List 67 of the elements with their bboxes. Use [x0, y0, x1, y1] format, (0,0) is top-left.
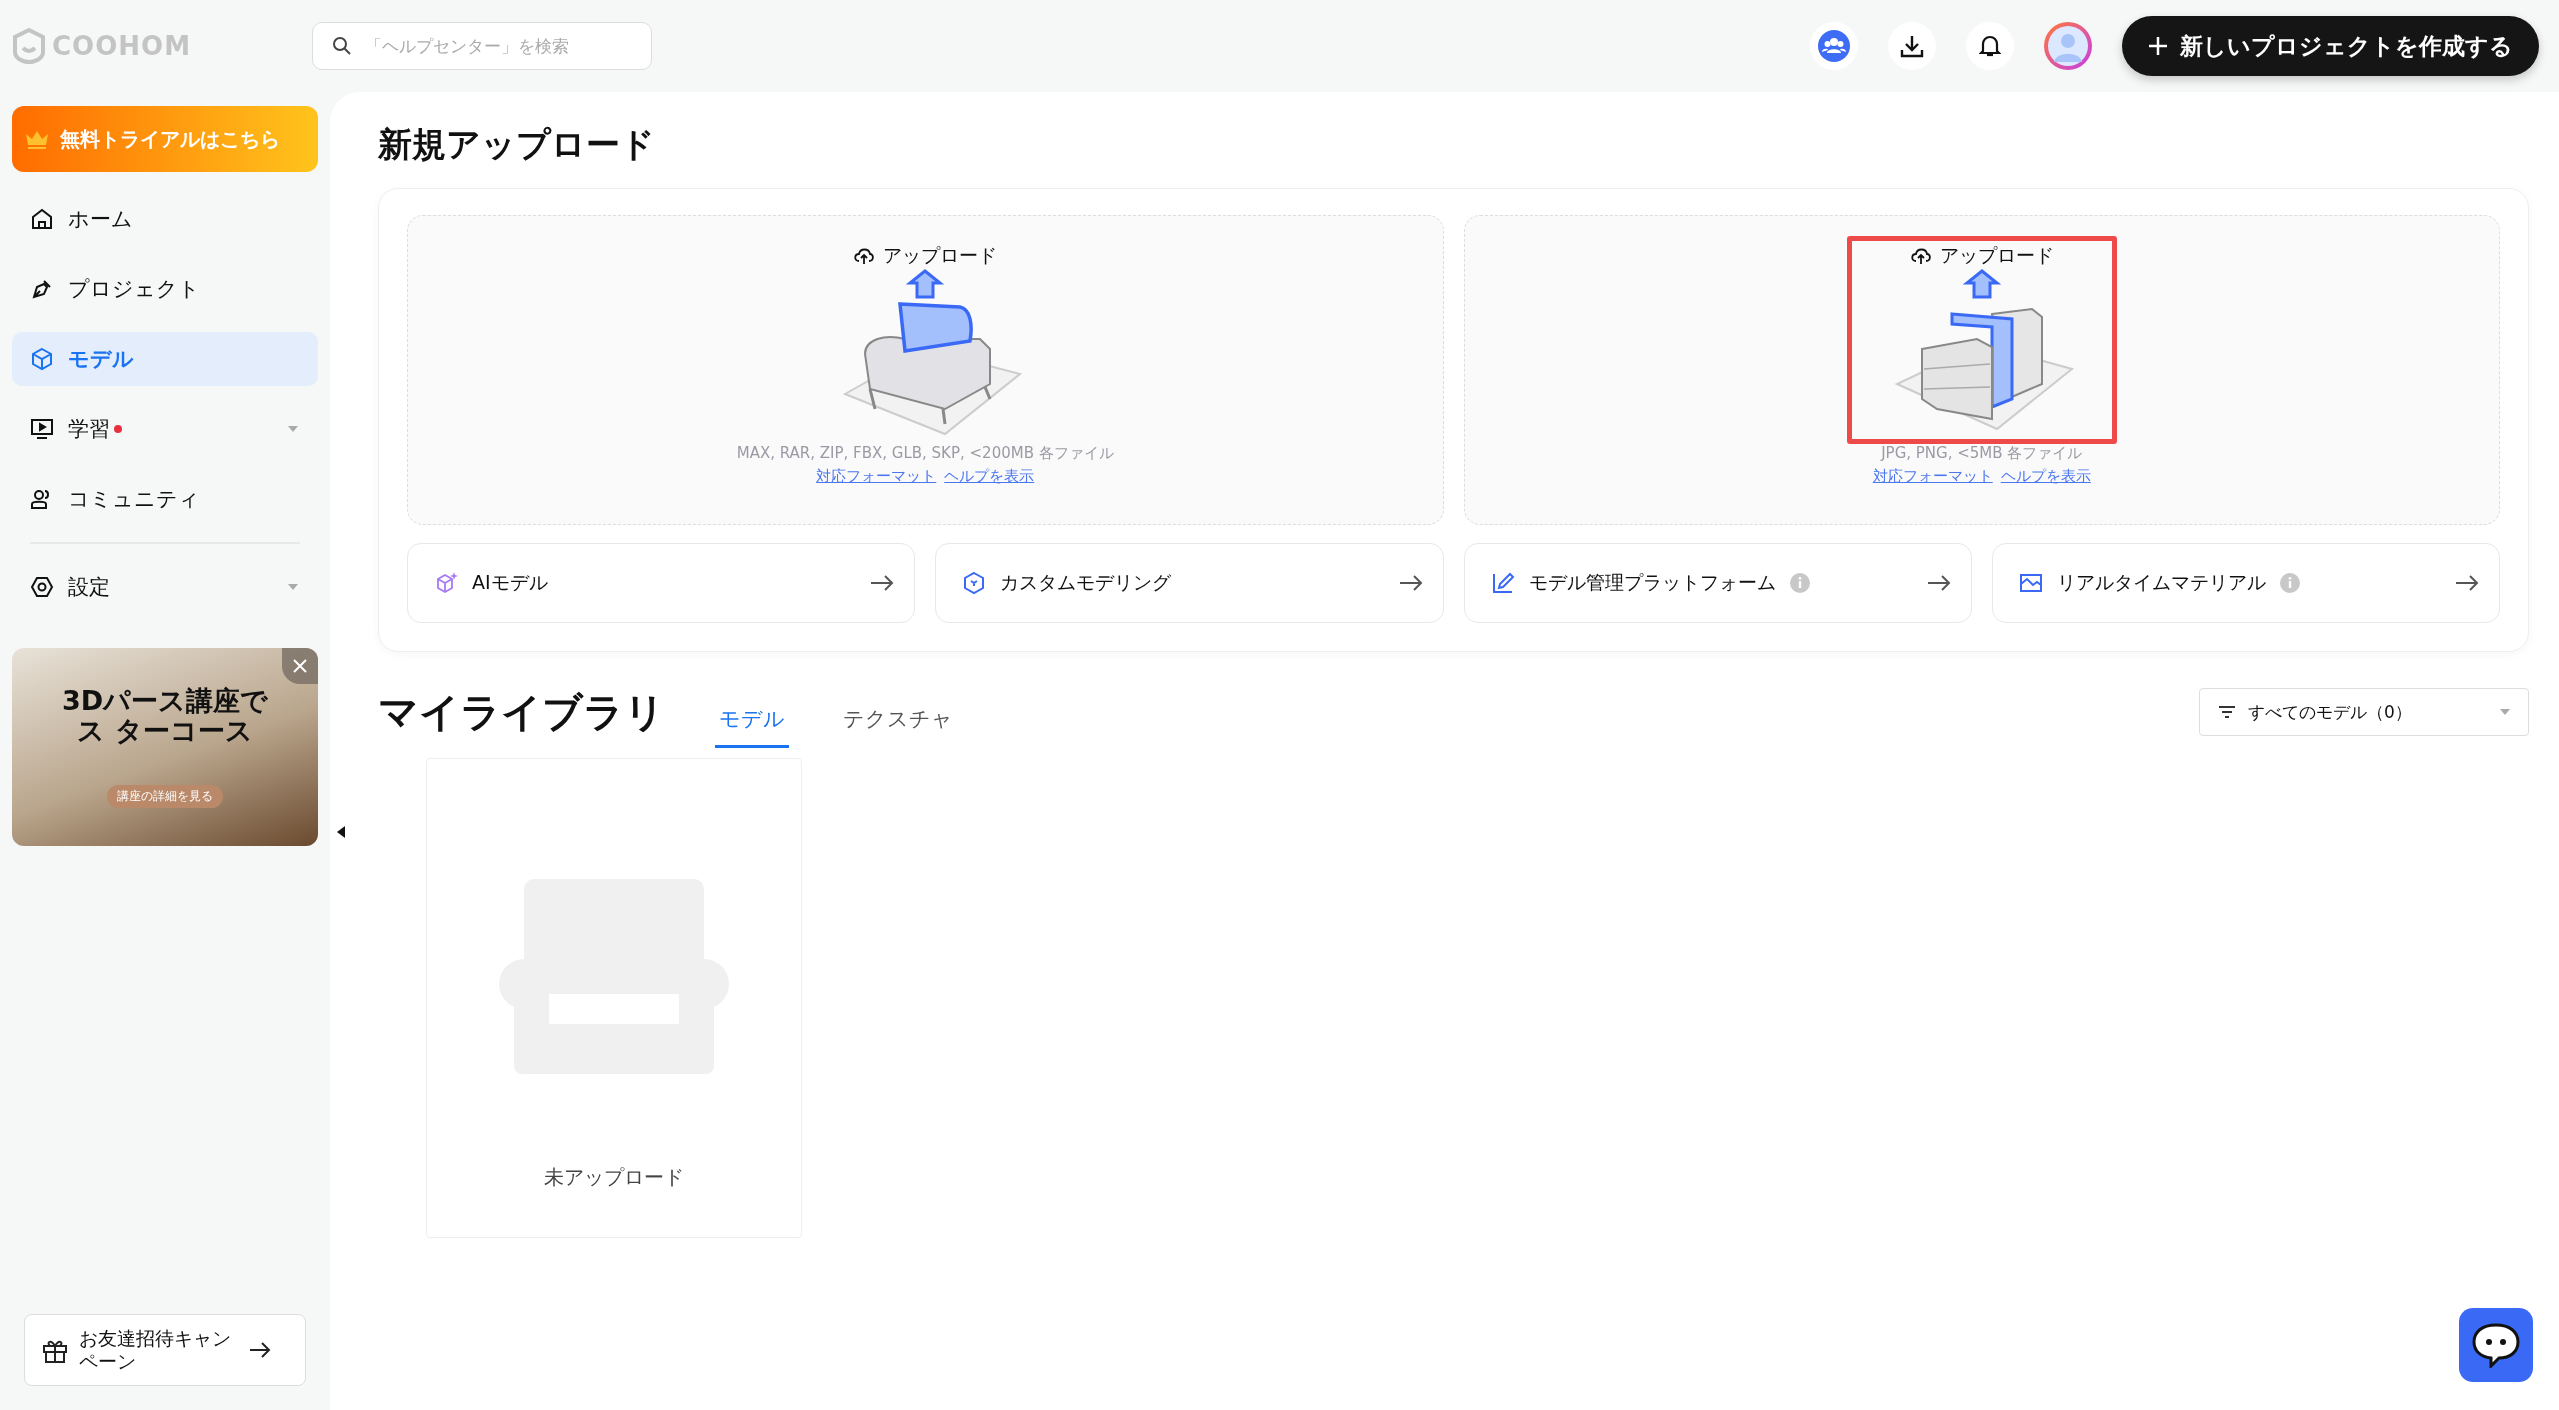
help-link[interactable]: ヘルプを表示	[944, 467, 1035, 486]
nav-item[interactable]: 設定	[12, 560, 318, 614]
close-button[interactable]	[282, 648, 318, 684]
edit-icon	[1490, 571, 1515, 595]
file-format-note: MAX, RAR, ZIP, FBX, GLB, SKP, <200MB 各ファイル	[736, 444, 1114, 463]
filter-icon	[2218, 705, 2236, 719]
caret-icon	[288, 584, 298, 590]
notification-button[interactable]	[1966, 22, 2014, 70]
feature-card[interactable]: カスタムモデリング	[935, 543, 1444, 623]
chat-bubble-icon	[2471, 1322, 2521, 1368]
user-silhouette-icon	[2048, 26, 2088, 66]
notification-dot	[114, 425, 122, 433]
hexagon-icon	[962, 571, 987, 595]
upload-dropzone[interactable]: アップロード MAX, RAR, ZIP, FBX, GLB, SKP, <200MB 各ファイル 対応フォーマット ヘルプを表示	[407, 215, 1444, 525]
library-tab[interactable]: モデル	[715, 692, 789, 748]
nav-item[interactable]: ホーム	[12, 192, 318, 246]
library-title: マイライブラリ	[378, 687, 665, 737]
team-button[interactable]	[1810, 22, 1858, 70]
cloud-upload-icon	[1909, 246, 1932, 266]
cube-icon	[30, 347, 54, 371]
logo-icon	[12, 28, 46, 64]
sparkle-cube-icon	[434, 571, 458, 595]
bell-icon	[1979, 34, 2001, 58]
nav-item[interactable]: プロジェクト	[12, 262, 318, 316]
search-field[interactable]: 「ヘルプセンター」を検索	[312, 22, 652, 70]
chat-button[interactable]	[2459, 1308, 2533, 1382]
help-link[interactable]: 対応フォーマット	[1872, 467, 1993, 486]
monitor-play-icon	[30, 417, 54, 441]
create-project-button[interactable]: 新しいプロジェクトを作成する	[2122, 16, 2539, 76]
arrow-right-icon	[1926, 574, 1951, 592]
arrow-right-icon	[870, 574, 895, 592]
help-link[interactable]: ヘルプを表示	[2000, 467, 2091, 486]
course-banner[interactable]: 3Dパース講座でス ターコース 講座の詳細を見る	[12, 648, 318, 846]
home-icon	[30, 207, 54, 231]
cloud-upload-icon	[853, 246, 876, 266]
nav-item[interactable]: コミュニティ	[12, 472, 318, 526]
arrow-right-icon	[2455, 574, 2479, 592]
nav-item[interactable]: 学習	[12, 402, 318, 456]
close-icon	[293, 659, 307, 673]
library-tab[interactable]: テクスチャ	[839, 692, 957, 748]
caret-left-icon	[337, 826, 345, 838]
empty-label: 未アップロード	[544, 1164, 684, 1191]
upload-label: アップロード	[883, 243, 998, 268]
help-link[interactable]: 対応フォーマット	[816, 467, 937, 486]
upload-dropzone[interactable]: アップロード JPG, PNG, <5MB 各ファイル 対応フォーマット ヘルプを表示	[1463, 215, 2500, 525]
upload-label: アップロード	[1939, 243, 2054, 268]
search-icon	[332, 36, 352, 56]
caret-icon	[2500, 709, 2510, 715]
download-icon	[1899, 33, 1925, 59]
caret-icon	[288, 426, 298, 432]
filter-dropdown[interactable]: すべてのモデル（0）	[2199, 688, 2529, 736]
arrow-right-icon	[249, 1341, 271, 1359]
file-format-note: JPG, PNG, <5MB 各ファイル	[1881, 444, 2083, 463]
avatar[interactable]	[2044, 22, 2092, 70]
plus-icon	[2148, 36, 2168, 56]
banner-title: 3Dパース講座でス ターコース	[60, 685, 270, 746]
download-button[interactable]	[1888, 22, 1936, 70]
feature-card[interactable]: AIモデル	[407, 543, 916, 623]
settings-icon	[30, 575, 54, 599]
nav-item[interactable]: モデル	[12, 332, 318, 386]
section-title: 新規アップロード	[378, 123, 656, 166]
invite-campaign-button[interactable]: お友達招待キャンペーン	[24, 1314, 306, 1386]
feature-card[interactable]: モデル管理プラットフォーム	[1463, 543, 1972, 623]
arrow-right-icon	[1398, 574, 1423, 592]
image-icon	[2018, 571, 2043, 595]
feature-card[interactable]: リアルタイムマテリアル	[1991, 543, 2500, 623]
people-icon	[1818, 30, 1850, 62]
